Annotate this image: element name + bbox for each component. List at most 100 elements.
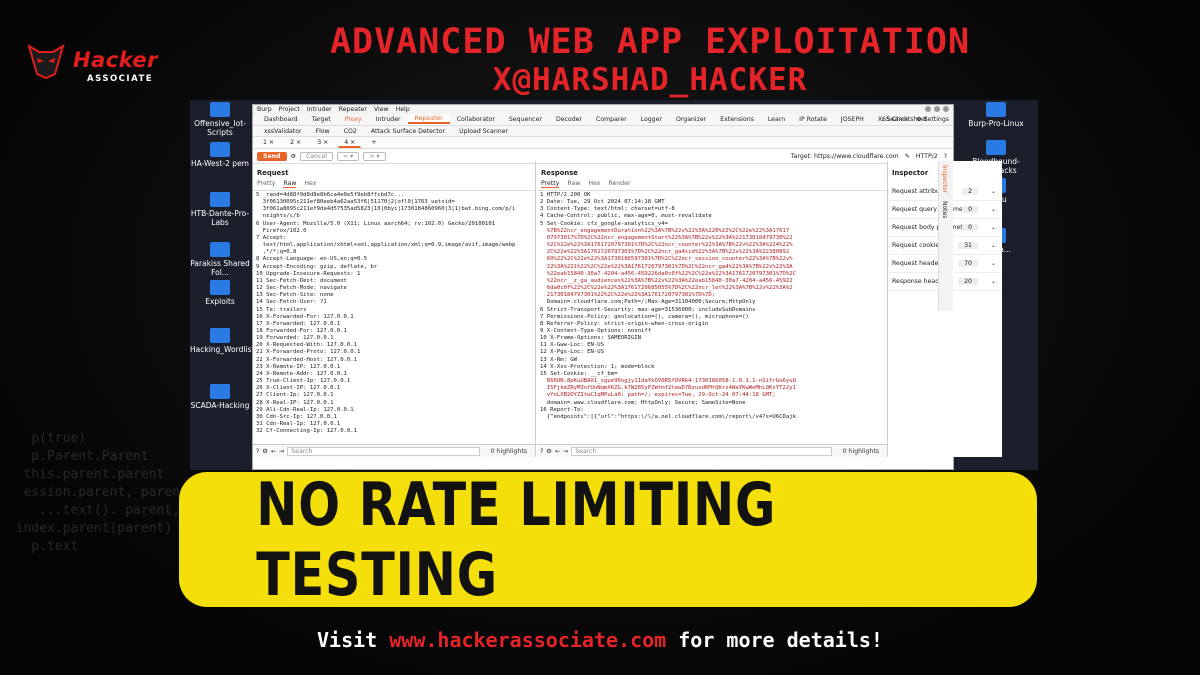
desktop-icon-label: HA-West-2 pem (191, 159, 249, 168)
tab-sequencer[interactable]: Sequencer (502, 116, 549, 123)
chevron-down-icon: ⌄ (990, 206, 996, 213)
extension-tabs: xssValidator Flow CO2 Attack Surface Det… (253, 126, 953, 137)
tab-logger[interactable]: Logger (634, 116, 669, 123)
tab-flow[interactable]: Flow (309, 128, 337, 135)
arrow-left-icon[interactable]: ← (555, 448, 560, 455)
tab-dashboard[interactable]: Dashboard (257, 116, 305, 123)
code-line: 9 X-Content-Type-Options: nosniff (540, 327, 652, 334)
tab-proxy[interactable]: Proxy (338, 116, 369, 123)
chevron-down-icon: ⌄ (990, 224, 996, 231)
response-tab-pretty[interactable]: Pretty (541, 180, 560, 188)
repeater-tab[interactable]: 3 × (311, 138, 334, 147)
http-version[interactable]: HTTP/2 (916, 153, 938, 160)
desktop-icon[interactable]: SCADA-Hacking (190, 384, 250, 410)
code-line: %22eab15840-30a7-4204-a456-459226da0c0f%… (540, 270, 796, 277)
desktop-icon[interactable]: Burp-Pro-Linux (966, 102, 1026, 128)
response-title: Response (541, 169, 578, 177)
desktop-icon[interactable]: Offensive_Iot-Scripts (190, 102, 250, 137)
desktop-icon[interactable]: Exploits (190, 280, 250, 306)
code-line: 14 Sec-Fetch-User: ?1 (256, 299, 327, 306)
tab-comparer[interactable]: Comparer (589, 116, 634, 123)
tab-repeater[interactable]: Repeater (407, 115, 450, 124)
code-line: Domain=.cloudflare.com;Path=/;Max-Age=31… (540, 299, 756, 306)
maximize-icon[interactable] (934, 106, 940, 112)
help-icon[interactable]: ? (944, 153, 947, 160)
gear-icon[interactable]: ⚙ (262, 448, 268, 455)
code-line: 7 Accept: (256, 234, 287, 241)
minimize-icon[interactable] (925, 106, 931, 112)
gear-icon[interactable]: ⚙ (546, 448, 552, 455)
inspector-row-label: Request headers (892, 260, 945, 267)
arrow-left-icon[interactable]: ← (271, 448, 276, 455)
tab-intruder[interactable]: Intruder (369, 116, 408, 123)
menu-item[interactable]: View (374, 106, 389, 113)
tab-ip-rotate[interactable]: IP Rotate (792, 116, 834, 123)
desktop-icon[interactable]: HA-West-2 pem (190, 142, 250, 168)
menu-item[interactable]: Repeater (339, 106, 367, 113)
code-line: domain=.www.cloudflare.com; HttpOnly; Se… (540, 399, 746, 406)
response-search-input[interactable]: Search (571, 446, 832, 456)
tab-collaborator[interactable]: Collaborator (450, 116, 502, 123)
code-line: 8 Accept-Language: en-US,en;q=0.5 (256, 256, 368, 263)
cancel-button[interactable]: Cancel (300, 151, 334, 161)
menu-item[interactable]: Project (279, 106, 300, 113)
menu-item[interactable]: Help (396, 106, 410, 113)
response-tab-hex[interactable]: Hex (588, 180, 600, 188)
tab-upload-scanner[interactable]: Upload Scanner (452, 128, 515, 135)
search-button[interactable]: ⌕ Search (881, 116, 908, 124)
desktop-icon[interactable]: Hacking_Wordlists (190, 328, 258, 354)
code-line: 12 X-Pgs-Loc: EN-US (540, 349, 604, 356)
code-line: 24 X-Remote-Addr: 127.0.0.1 (256, 370, 347, 377)
desktop-icon-label: Hacking_Wordlists (190, 345, 259, 354)
history-forward-button[interactable]: > ▾ (363, 151, 386, 161)
settings-button[interactable]: ⚙ Settings (916, 116, 949, 124)
website-link[interactable]: www.hackerassociate.com (389, 628, 666, 652)
footer-suffix: for more details! (666, 628, 883, 652)
response-tab-raw[interactable]: Raw (567, 180, 580, 188)
request-tab-pretty[interactable]: Pretty (257, 180, 275, 188)
tab-joseph[interactable]: JOSEPH (834, 116, 871, 123)
tab-xssvalidator[interactable]: xssValidator (257, 128, 309, 135)
tab-learn[interactable]: Learn (761, 116, 792, 123)
help-icon[interactable]: ? (540, 448, 543, 455)
code-line: Firefox/102.0 (256, 227, 307, 234)
tab-attack-surface-detector[interactable]: Attack Surface Detector (364, 128, 452, 135)
folder-icon (210, 142, 230, 157)
tab-co2[interactable]: CO2 (337, 128, 364, 135)
chevron-down-icon: ⌄ (990, 278, 996, 285)
request-tab-hex[interactable]: Hex (304, 180, 316, 188)
help-icon[interactable]: ? (256, 448, 259, 455)
code-line: 26 X-Client-IP: 127.0.0.1 (256, 385, 341, 392)
tab-decoder[interactable]: Decoder (549, 116, 589, 123)
menu-item[interactable]: Intruder (307, 106, 332, 113)
response-editor[interactable]: 1 HTTP/2 200 OK 2 Date: Tue, 29 Oct 2024 … (537, 191, 887, 422)
tab-extensions[interactable]: Extensions (713, 116, 761, 123)
gear-icon[interactable]: ⚙ (291, 153, 297, 160)
menu-item[interactable]: Burp (257, 106, 272, 113)
edit-icon[interactable]: ✎ (905, 153, 910, 160)
response-tab-render[interactable]: Render (608, 180, 630, 188)
desktop-icon[interactable]: HTB-Dante-Pro-Labs (190, 192, 250, 227)
inspector-row-count: 20 (958, 278, 978, 285)
new-repeater-tab-button[interactable]: + (365, 138, 382, 147)
code-line: 14 X-Xss-Protection: 1; mode=block (540, 363, 655, 370)
side-tab-notes[interactable]: Notes (939, 197, 950, 222)
request-editor[interactable]: 5 _rand=4d88f9d8d8e8b6ca4e0e5f9eb8ffcbd7… (253, 191, 535, 436)
arrow-right-icon[interactable]: → (563, 448, 568, 455)
repeater-tab[interactable]: 2 × (284, 138, 307, 147)
close-icon[interactable] (943, 106, 949, 112)
code-line: 31 Cdn-Real-Ip: 127.0.0.1 (256, 421, 341, 427)
target-label[interactable]: Target: https://www.cloudflare.com (791, 153, 899, 160)
desktop-icon[interactable]: Parakiss Shared Fol... (190, 242, 250, 277)
repeater-tab[interactable]: 1 × (257, 138, 280, 147)
request-search-input[interactable]: Search (287, 446, 480, 456)
repeater-tab[interactable]: 4 × (338, 138, 362, 148)
code-line: 2 Date: Tue, 29 Oct 2024 07:14:18 GMT (540, 199, 665, 206)
tab-organizer[interactable]: Organizer (669, 116, 713, 123)
tab-target[interactable]: Target (305, 116, 338, 123)
send-button[interactable]: Send (257, 151, 287, 161)
history-back-button[interactable]: < ▾ (337, 151, 360, 161)
arrow-right-icon[interactable]: → (279, 448, 284, 455)
side-tab-inspector[interactable]: Inspector (939, 161, 950, 197)
request-tab-raw[interactable]: Raw (283, 180, 297, 188)
